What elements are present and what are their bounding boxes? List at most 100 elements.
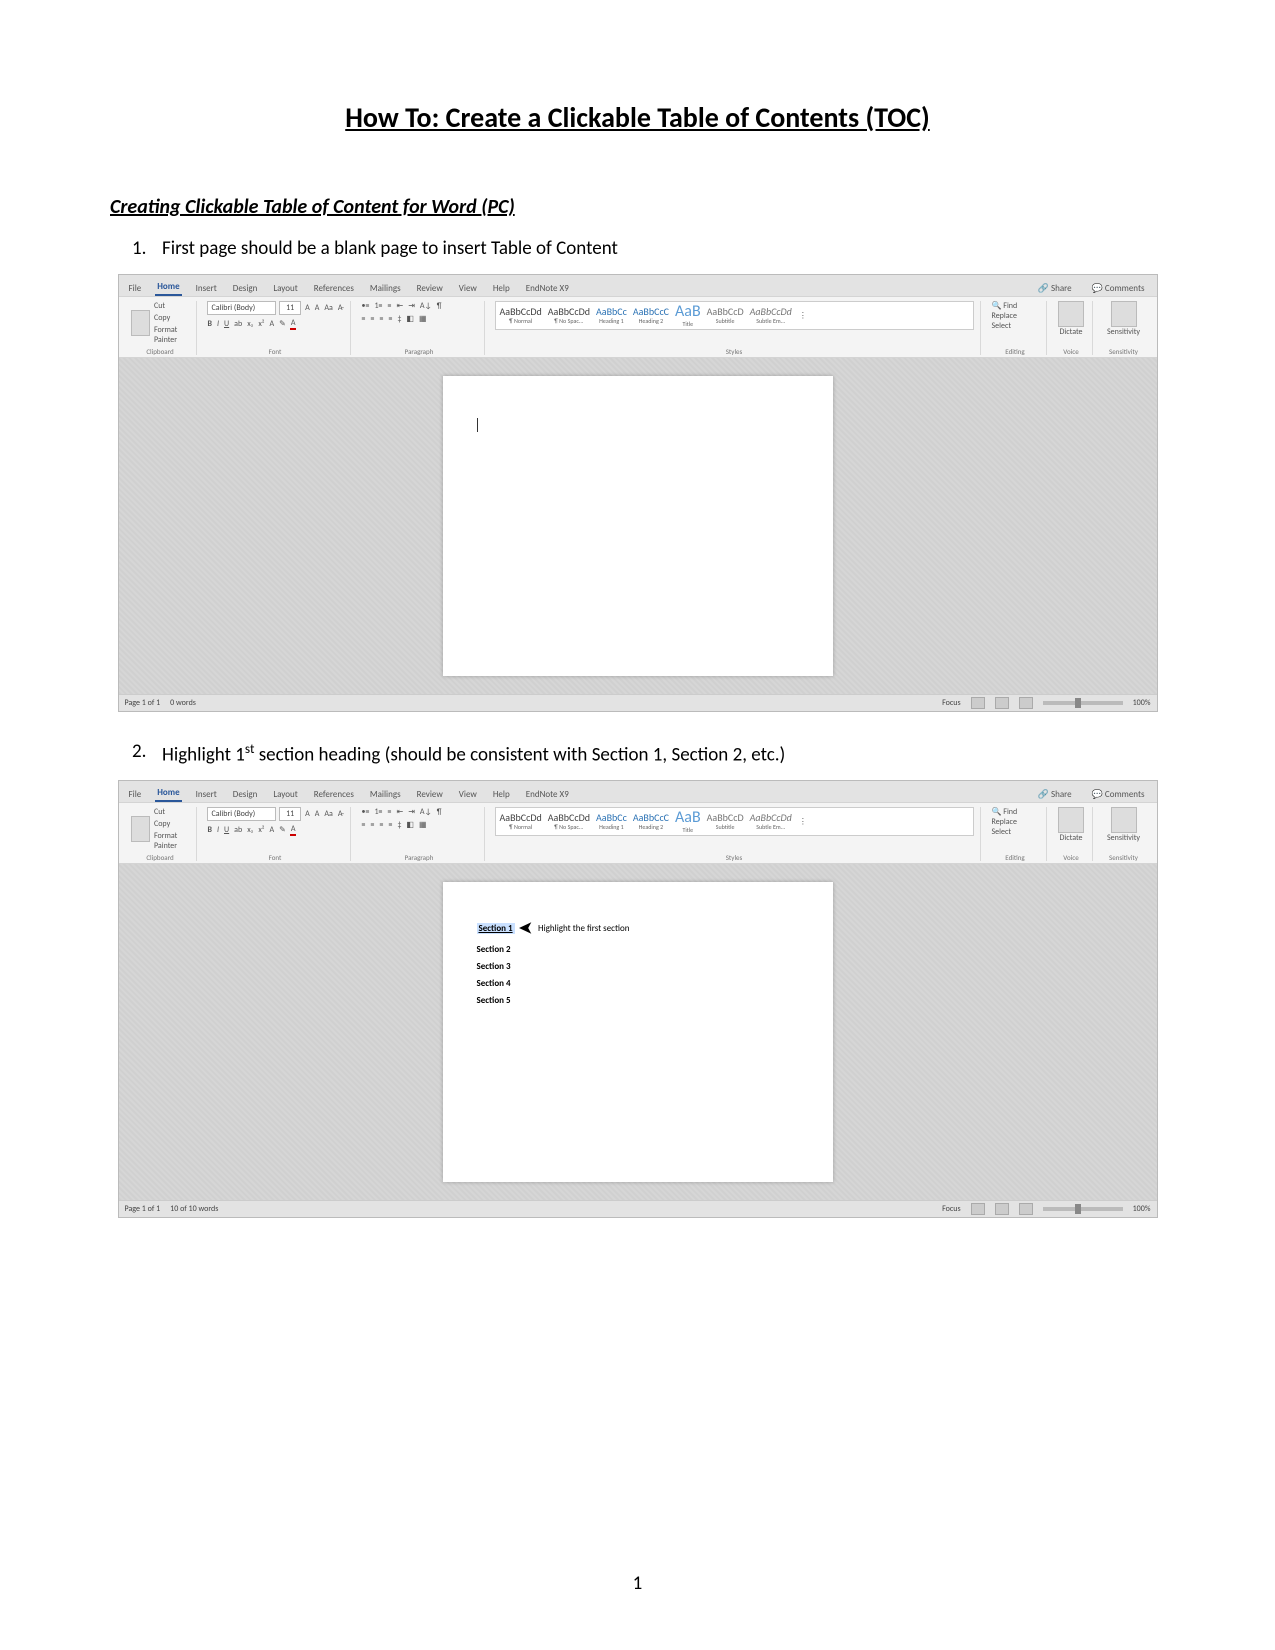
italic-button[interactable]: I xyxy=(216,319,220,329)
find-button[interactable]: 🔍 Find xyxy=(991,301,1040,311)
clear-formatting-button[interactable]: A̶ xyxy=(337,303,344,313)
replace-button[interactable]: Replace xyxy=(991,817,1040,827)
font-color-button[interactable]: A xyxy=(290,824,297,836)
style-heading1[interactable]: AaBbCcHeading 1 xyxy=(596,813,627,830)
dictate-button[interactable]: Dictate xyxy=(1057,833,1086,843)
section-3[interactable]: Section 3 xyxy=(477,961,799,972)
tab-layout[interactable]: Layout xyxy=(271,787,299,802)
view-web-icon[interactable] xyxy=(1019,697,1033,709)
paste-icon[interactable] xyxy=(131,310,150,336)
sensitivity-button[interactable]: Sensitivity xyxy=(1103,327,1145,337)
tab-endnote[interactable]: EndNote X9 xyxy=(524,787,571,802)
find-button[interactable]: 🔍 Find xyxy=(991,807,1040,817)
tab-help[interactable]: Help xyxy=(491,281,512,296)
zoom-slider[interactable] xyxy=(1043,1207,1123,1211)
bold-button[interactable]: B xyxy=(207,319,213,329)
style-subtle-em[interactable]: AaBbCcDdSubtle Em... xyxy=(750,307,792,324)
tab-insert[interactable]: Insert xyxy=(194,787,219,802)
justify-button[interactable]: ≡ xyxy=(387,820,393,830)
grow-font-button[interactable]: A xyxy=(304,809,311,819)
select-button[interactable]: Select xyxy=(991,321,1040,331)
font-size-select[interactable]: 11 xyxy=(279,301,301,315)
comments-button[interactable]: 💬 Comments xyxy=(1088,787,1149,802)
style-heading2[interactable]: AaBbCcCHeading 2 xyxy=(633,307,669,324)
shrink-font-button[interactable]: A xyxy=(314,303,321,313)
superscript-button[interactable]: x² xyxy=(257,825,265,835)
dictate-icon[interactable] xyxy=(1058,807,1084,833)
document-canvas[interactable]: Section 1 ➤ Highlight the first section … xyxy=(119,864,1157,1200)
tab-view[interactable]: View xyxy=(457,787,479,802)
dictate-button[interactable]: Dictate xyxy=(1057,327,1086,337)
bullets-button[interactable]: •≡ xyxy=(361,301,371,311)
style-title[interactable]: AaBTitle xyxy=(675,810,701,833)
borders-button[interactable]: ▦ xyxy=(418,314,428,324)
tab-layout[interactable]: Layout xyxy=(271,281,299,296)
font-size-select[interactable]: 11 xyxy=(279,807,301,821)
styles-gallery[interactable]: AaBbCcDd¶ Normal AaBbCcDd¶ No Spac... Aa… xyxy=(495,807,974,836)
indent-button[interactable]: ⇥ xyxy=(407,807,416,817)
status-focus[interactable]: Focus xyxy=(942,1204,961,1214)
section-1-highlighted[interactable]: Section 1 xyxy=(477,923,515,934)
borders-button[interactable]: ▦ xyxy=(418,820,428,830)
numbering-button[interactable]: 1≡ xyxy=(373,301,383,311)
tab-file[interactable]: File xyxy=(127,787,144,802)
format-painter-button[interactable]: Format Painter xyxy=(153,831,190,851)
section-4[interactable]: Section 4 xyxy=(477,978,799,989)
style-title[interactable]: AaBTitle xyxy=(675,304,701,327)
align-right-button[interactable]: ≡ xyxy=(378,314,384,324)
shading-button[interactable]: ◧ xyxy=(405,820,415,830)
font-color-button[interactable]: A xyxy=(290,318,297,330)
style-nospacing[interactable]: AaBbCcDd¶ No Spac... xyxy=(548,813,590,830)
text-effects-button[interactable]: A xyxy=(269,319,276,329)
highlight-button[interactable]: ✎ xyxy=(278,825,287,835)
replace-button[interactable]: Replace xyxy=(991,311,1040,321)
tab-endnote[interactable]: EndNote X9 xyxy=(524,281,571,296)
tab-references[interactable]: References xyxy=(312,281,356,296)
shrink-font-button[interactable]: A xyxy=(314,809,321,819)
show-marks-button[interactable]: ¶ xyxy=(436,807,443,817)
italic-button[interactable]: I xyxy=(216,825,220,835)
style-normal[interactable]: AaBbCcDd¶ Normal xyxy=(500,307,542,324)
tab-home[interactable]: Home xyxy=(155,785,181,802)
line-spacing-button[interactable]: ‡ xyxy=(396,820,402,830)
align-right-button[interactable]: ≡ xyxy=(378,820,384,830)
align-left-button[interactable]: ≡ xyxy=(361,314,367,324)
numbering-button[interactable]: 1≡ xyxy=(373,807,383,817)
style-nospacing[interactable]: AaBbCcDd¶ No Spac... xyxy=(548,307,590,324)
styles-expand-icon[interactable]: ⋮ xyxy=(798,311,808,321)
status-zoom[interactable]: 100% xyxy=(1133,1204,1151,1214)
bullets-button[interactable]: •≡ xyxy=(361,807,371,817)
bold-button[interactable]: B xyxy=(207,825,213,835)
sensitivity-icon[interactable] xyxy=(1111,807,1137,833)
tab-mailings[interactable]: Mailings xyxy=(368,787,403,802)
align-left-button[interactable]: ≡ xyxy=(361,820,367,830)
underline-button[interactable]: U xyxy=(223,319,230,329)
sensitivity-icon[interactable] xyxy=(1111,301,1137,327)
view-print-icon[interactable] xyxy=(995,1203,1009,1215)
sort-button[interactable]: A↓ xyxy=(419,807,433,817)
align-center-button[interactable]: ≡ xyxy=(369,314,375,324)
line-spacing-button[interactable]: ‡ xyxy=(396,314,402,324)
tab-design[interactable]: Design xyxy=(231,281,260,296)
change-case-button[interactable]: Aa xyxy=(323,303,333,313)
cut-button[interactable]: Cut xyxy=(153,807,190,817)
paste-icon[interactable] xyxy=(131,816,150,842)
multilevel-button[interactable]: ≡ xyxy=(387,807,393,817)
outdent-button[interactable]: ⇤ xyxy=(396,807,405,817)
outdent-button[interactable]: ⇤ xyxy=(396,301,405,311)
dictate-icon[interactable] xyxy=(1058,301,1084,327)
style-subtitle[interactable]: AaBbCcDSubtitle xyxy=(707,813,744,830)
tab-mailings[interactable]: Mailings xyxy=(368,281,403,296)
view-read-icon[interactable] xyxy=(971,1203,985,1215)
share-button[interactable]: 🔗 Share xyxy=(1034,787,1076,802)
grow-font-button[interactable]: A xyxy=(304,303,311,313)
strike-button[interactable]: ab xyxy=(233,319,243,329)
sensitivity-button[interactable]: Sensitivity xyxy=(1103,833,1145,843)
status-zoom[interactable]: 100% xyxy=(1133,698,1151,708)
show-marks-button[interactable]: ¶ xyxy=(436,301,443,311)
view-print-icon[interactable] xyxy=(995,697,1009,709)
styles-gallery[interactable]: AaBbCcDd¶ Normal AaBbCcDd¶ No Spac... Aa… xyxy=(495,301,974,330)
tab-review[interactable]: Review xyxy=(415,787,445,802)
font-name-select[interactable]: Calibri (Body) xyxy=(207,807,277,821)
style-heading1[interactable]: AaBbCcHeading 1 xyxy=(596,307,627,324)
